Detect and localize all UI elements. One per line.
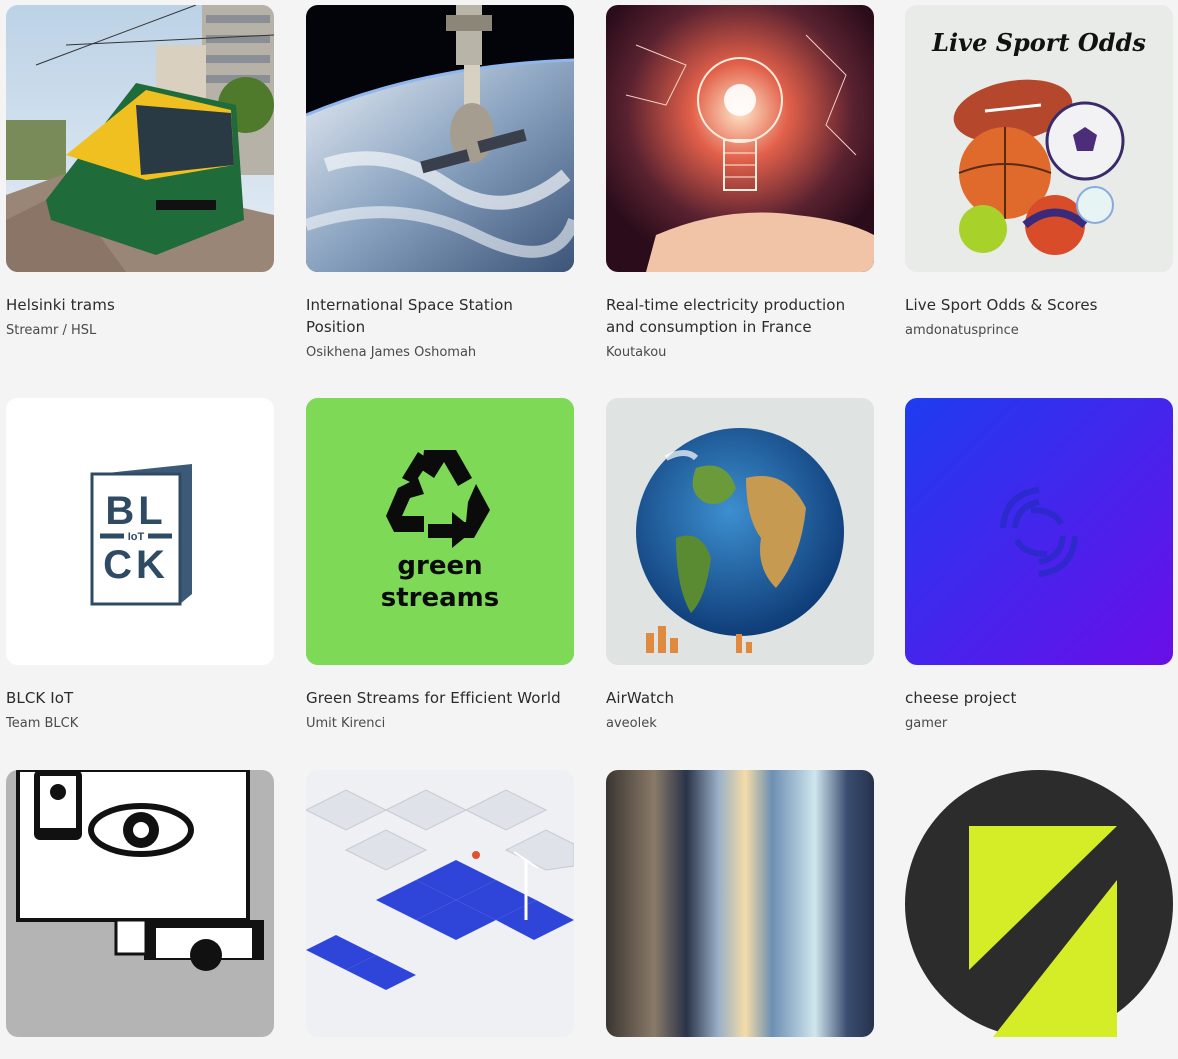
stream-card[interactable] — [306, 770, 574, 1059]
isometric-city-image-icon — [306, 770, 574, 1037]
green-streams-line2: streams — [381, 583, 499, 613]
stream-thumbnail[interactable]: Live Sport Odds — [905, 5, 1173, 272]
recycle-logo-icon: green streams — [306, 398, 574, 665]
blurred-stripes-image-icon — [606, 770, 874, 1037]
blck-logo-text-ck: CK — [103, 543, 169, 587]
stream-title[interactable]: Green Streams for Efficient World — [306, 687, 574, 709]
stream-author: Koutakou — [606, 345, 667, 360]
stream-card[interactable]: cheese project gamer — [905, 398, 1173, 733]
stream-card[interactable]: AirWatch aveolek — [606, 398, 874, 733]
stream-title[interactable]: Helsinki trams — [6, 294, 274, 316]
stream-card[interactable]: Live Sport Odds Live Sport Odds & Scores… — [905, 5, 1173, 340]
stream-thumbnail[interactable] — [306, 770, 574, 1037]
stream-title[interactable]: BLCK IoT — [6, 687, 274, 709]
lightbulb-hand-image-icon — [606, 5, 874, 272]
stream-author: Team BLCK — [6, 716, 79, 731]
stream-title[interactable]: Live Sport Odds & Scores — [905, 294, 1173, 316]
stream-thumbnail[interactable]: green streams — [306, 398, 574, 665]
stream-card[interactable] — [606, 770, 874, 1059]
stream-author: Streamr / HSL — [6, 323, 97, 338]
stream-title[interactable]: International Space Station Position — [306, 294, 574, 338]
stream-card[interactable] — [6, 770, 274, 1059]
stream-thumbnail[interactable] — [905, 770, 1173, 1037]
chevron-logo-icon — [905, 770, 1173, 1037]
eye-devices-image-icon — [6, 770, 274, 1037]
stream-thumbnail[interactable] — [606, 770, 874, 1037]
earth-globe-image-icon — [606, 398, 874, 665]
blck-logo-text-iot: IoT — [128, 531, 145, 543]
stream-author: Osikhena James Oshomah — [306, 345, 477, 360]
tram-photo-icon — [6, 5, 274, 272]
stream-card[interactable] — [905, 770, 1173, 1059]
stream-title[interactable]: AirWatch — [606, 687, 874, 709]
blck-iot-logo-icon: BL IoT CK — [6, 398, 274, 665]
stream-card[interactable]: green streams Green Streams for Efficien… — [306, 398, 574, 733]
stream-card[interactable]: Real-time electricity production and con… — [606, 5, 874, 362]
thumb-caption: Live Sport Odds — [931, 28, 1146, 57]
blck-logo-text-bl: BL — [105, 489, 166, 533]
stream-author: aveolek — [606, 716, 657, 731]
stream-card[interactable]: Helsinki trams Streamr / HSL — [6, 5, 274, 340]
stream-thumbnail[interactable]: BL IoT CK — [6, 398, 274, 665]
space-station-photo-icon — [306, 5, 574, 272]
green-streams-line1: green — [397, 551, 482, 581]
stream-thumbnail[interactable] — [6, 770, 274, 1037]
stream-card[interactable]: International Space Station Position Osi… — [306, 5, 574, 362]
stream-author: gamer — [905, 716, 948, 731]
stream-author: Umit Kirenci — [306, 716, 386, 731]
stream-thumbnail[interactable] — [905, 398, 1173, 665]
stream-author: amdonatusprince — [905, 323, 1019, 338]
sport-balls-image-icon: Live Sport Odds — [905, 5, 1173, 272]
stream-thumbnail[interactable] — [306, 5, 574, 272]
stream-thumbnail[interactable] — [606, 5, 874, 272]
stream-card[interactable]: BL IoT CK BLCK IoT Team BLCK — [6, 398, 274, 733]
stream-title[interactable]: Real-time electricity production and con… — [606, 294, 874, 338]
streamr-logo-icon — [905, 398, 1173, 665]
stream-title[interactable]: cheese project — [905, 687, 1173, 709]
stream-thumbnail[interactable] — [606, 398, 874, 665]
stream-thumbnail[interactable] — [6, 5, 274, 272]
